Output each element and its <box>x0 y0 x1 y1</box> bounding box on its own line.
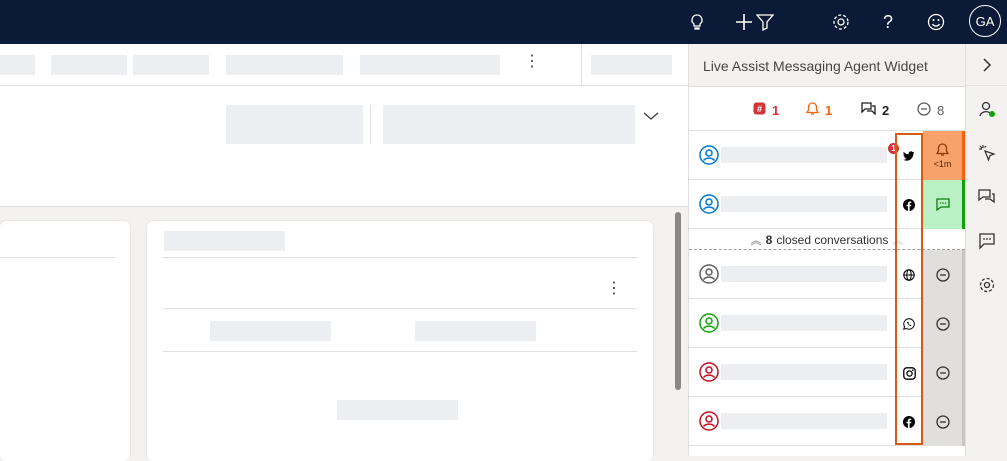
empty-state-placeholder <box>337 400 458 420</box>
widget-title: Live Assist Messaging Agent Widget <box>703 58 928 74</box>
side-rail <box>965 86 1007 456</box>
alert-stat[interactable]: 1 <box>805 102 833 119</box>
conversation-row[interactable] <box>689 299 965 348</box>
urgent-count: 1 <box>772 102 780 118</box>
conversations-icon[interactable] <box>978 188 996 206</box>
column-header-placeholder[interactable] <box>210 321 331 341</box>
active-status[interactable] <box>923 180 965 229</box>
bell-icon <box>936 142 949 156</box>
contact-name-placeholder <box>721 266 887 282</box>
minus-circle-icon <box>935 414 950 429</box>
contact-name-placeholder <box>721 147 887 163</box>
top-navigation-bar: ? GA <box>0 0 1007 44</box>
cursor-click-icon[interactable] <box>978 144 996 162</box>
widget-header: Live Assist Messaging Agent Widget <box>689 44 965 87</box>
filter-icon[interactable] <box>749 6 781 38</box>
chat-icon <box>861 102 876 118</box>
person-icon <box>699 411 719 431</box>
divider <box>370 105 371 144</box>
command-placeholder[interactable] <box>133 55 209 75</box>
bell-icon <box>805 102 820 119</box>
main-content: ⋮ <box>0 207 688 461</box>
more-options-icon[interactable]: ⋮ <box>524 54 540 70</box>
minus-circle-icon <box>935 365 950 380</box>
command-placeholder[interactable] <box>360 55 500 75</box>
command-placeholder[interactable] <box>591 55 672 75</box>
command-bar: ⋮ <box>0 44 688 86</box>
user-avatar[interactable]: GA <box>969 5 1001 37</box>
smiley-icon[interactable] <box>920 6 952 38</box>
divider <box>163 351 637 352</box>
closed-status[interactable] <box>923 348 965 397</box>
minus-circle-icon <box>935 267 950 282</box>
closed-count: 8 <box>937 103 945 118</box>
alert-status[interactable]: <1m <box>923 131 965 180</box>
chevron-down-icon[interactable] <box>642 110 660 125</box>
conversation-row[interactable] <box>689 397 965 446</box>
left-card <box>0 221 130 461</box>
collapse-panel[interactable] <box>965 44 1007 86</box>
person-icon <box>699 145 719 165</box>
card-title-placeholder <box>164 231 285 251</box>
channel-highlight-frame <box>895 133 923 445</box>
command-placeholder[interactable] <box>0 55 35 75</box>
closed-status[interactable] <box>923 397 965 446</box>
settings-icon[interactable] <box>978 276 996 294</box>
minus-circle-icon <box>935 316 950 331</box>
help-icon[interactable]: ? <box>872 6 904 38</box>
contact-name-placeholder <box>721 315 887 331</box>
person-icon <box>699 264 719 284</box>
agent-widget-panel: Live Assist Messaging Agent Widget # 1 1… <box>688 44 965 456</box>
alert-count: 1 <box>825 103 833 118</box>
contact-name-placeholder <box>721 413 887 429</box>
header-field-placeholder[interactable] <box>383 105 635 144</box>
urgent-stat[interactable]: # 1 <box>753 102 779 118</box>
closed-conversations-toggle[interactable]: ︽ 8 closed conversations ︽ <box>689 230 965 250</box>
agent-presence-icon[interactable] <box>978 100 996 118</box>
conversation-row[interactable]: 1 <1m <box>689 131 965 180</box>
closed-status[interactable] <box>923 250 965 299</box>
closed-stat[interactable]: 8 <box>917 102 944 119</box>
divider <box>163 308 637 309</box>
urgent-icon: # <box>753 102 766 118</box>
chat-icon[interactable] <box>978 232 996 250</box>
contact-name-placeholder <box>721 364 887 380</box>
closed-conversations-label: closed conversations <box>776 232 889 247</box>
closed-status[interactable] <box>923 299 965 348</box>
more-options-icon[interactable]: ⋮ <box>606 281 622 297</box>
active-count: 2 <box>882 102 890 118</box>
divider <box>0 257 115 258</box>
closed-conversations-count: 8 <box>765 232 773 247</box>
active-stat[interactable]: 2 <box>861 102 889 118</box>
conversation-stats: # 1 1 2 8 <box>689 87 965 131</box>
svg-text:#: # <box>757 104 762 114</box>
right-card: ⋮ <box>147 221 653 461</box>
conversation-row[interactable] <box>689 180 965 229</box>
lightbulb-icon[interactable] <box>681 6 713 38</box>
record-header <box>0 86 688 207</box>
conversation-row[interactable] <box>689 348 965 397</box>
gear-icon[interactable] <box>825 6 857 38</box>
chevron-up-double-icon: ︽ <box>750 234 762 247</box>
command-placeholder[interactable] <box>51 55 127 75</box>
person-icon <box>699 194 719 214</box>
command-placeholder[interactable] <box>226 55 343 75</box>
divider <box>581 44 582 86</box>
divider <box>163 257 637 258</box>
person-icon <box>699 313 719 333</box>
chevron-right-icon[interactable] <box>982 57 992 76</box>
chat-icon <box>935 198 950 211</box>
contact-name-placeholder <box>721 196 887 212</box>
person-icon <box>699 362 719 382</box>
scrollbar[interactable] <box>675 212 681 390</box>
conversation-row[interactable] <box>689 250 965 299</box>
minus-circle-icon <box>917 102 931 119</box>
header-field-placeholder[interactable] <box>226 105 363 144</box>
alert-time: <1m <box>933 158 952 169</box>
column-header-placeholder[interactable] <box>415 321 536 341</box>
